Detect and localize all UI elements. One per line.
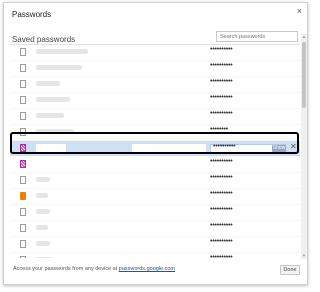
dialog-title: Passwords — [12, 10, 52, 19]
passwords-link[interactable]: passwords.google.com — [119, 266, 175, 272]
password-value: •••••••••• — [210, 238, 233, 245]
blogger-icon — [20, 192, 26, 200]
page-icon — [20, 176, 26, 184]
password-value: •••••••••• — [210, 62, 233, 69]
username-field — [132, 144, 206, 152]
site-text-redacted — [36, 177, 50, 182]
scroll-up-arrow-icon[interactable]: ▲ — [301, 34, 307, 40]
site-text-redacted — [36, 97, 70, 102]
list-item[interactable]: •••••••••• — [10, 237, 300, 253]
password-list: •••••••••• •••••••••• •••••••••• •••••••… — [10, 44, 300, 258]
site-field — [36, 144, 66, 152]
selected-list-item[interactable]: •••••••••• Show ✕ — [10, 141, 300, 157]
site-text-redacted — [36, 113, 64, 118]
site-text-redacted — [36, 129, 74, 134]
page-icon — [20, 80, 26, 88]
list-item[interactable]: •••••••• — [10, 125, 300, 141]
list-item[interactable]: •••••••••• — [10, 109, 300, 125]
hb-icon — [20, 144, 26, 152]
site-text-redacted — [36, 65, 82, 70]
password-value: •••••••••• — [210, 222, 233, 229]
password-value: •••••••••• — [213, 143, 236, 150]
password-value: •••••••••• — [210, 110, 233, 117]
site-text-redacted — [36, 49, 88, 54]
list-item[interactable]: •••••••••• — [10, 77, 300, 93]
hb-icon — [20, 160, 26, 168]
site-text-redacted — [36, 241, 50, 246]
list-item[interactable]: •••••••••• — [10, 253, 300, 258]
password-value: •••••••••• — [210, 94, 233, 101]
passwords-dialog: Passwords × Saved passwords •••••••••• •… — [3, 2, 308, 285]
password-value: •••••••••• — [210, 254, 233, 258]
search-input[interactable] — [216, 31, 298, 42]
section-title: Saved passwords — [12, 35, 76, 44]
site-text-redacted — [36, 193, 48, 198]
page-icon — [20, 224, 26, 232]
footer-text: Access your passwords from any device at… — [13, 266, 175, 272]
page-icon — [20, 208, 26, 216]
page-icon — [20, 256, 26, 258]
page-icon — [20, 112, 26, 120]
list-item[interactable]: •••••••••• — [10, 93, 300, 109]
list-item[interactable]: •••••••••• — [10, 45, 300, 61]
scroll-down-arrow-icon[interactable]: ▼ — [301, 253, 307, 259]
scroll-thumb[interactable] — [302, 42, 306, 108]
password-value: •••••••••• — [210, 206, 233, 213]
password-value: •••••••••• — [210, 174, 233, 181]
show-password-button[interactable]: Show — [272, 145, 286, 152]
list-item[interactable]: •••••••••• — [10, 61, 300, 77]
site-text-redacted — [36, 257, 52, 258]
list-item[interactable]: •••••••••• — [10, 189, 300, 205]
remove-icon[interactable]: ✕ — [290, 142, 297, 151]
password-value: •••••••••• — [210, 46, 233, 53]
password-value: •••••••••• — [210, 190, 233, 197]
site-text-redacted — [36, 81, 60, 86]
page-icon — [20, 48, 26, 56]
close-icon[interactable]: × — [297, 6, 302, 16]
scrollbar[interactable]: ▲ ▼ — [301, 34, 307, 259]
footer-label: Access your passwords from any device at — [13, 266, 119, 272]
site-text-redacted — [36, 209, 50, 214]
password-value: •••••••••• — [210, 158, 233, 165]
list-item[interactable]: •••••••••• — [10, 205, 300, 221]
done-button[interactable]: Done — [280, 265, 300, 275]
page-icon — [20, 128, 26, 136]
page-icon — [20, 240, 26, 248]
page-icon — [20, 96, 26, 104]
password-value: •••••••• — [210, 126, 229, 133]
site-text-redacted — [36, 225, 48, 230]
page-icon — [20, 64, 26, 72]
list-item[interactable]: •••••••••• — [10, 173, 300, 189]
list-item[interactable]: •••••••••• — [10, 157, 300, 173]
list-item[interactable]: •••••••••• — [10, 221, 300, 237]
password-value: •••••••••• — [210, 78, 233, 85]
